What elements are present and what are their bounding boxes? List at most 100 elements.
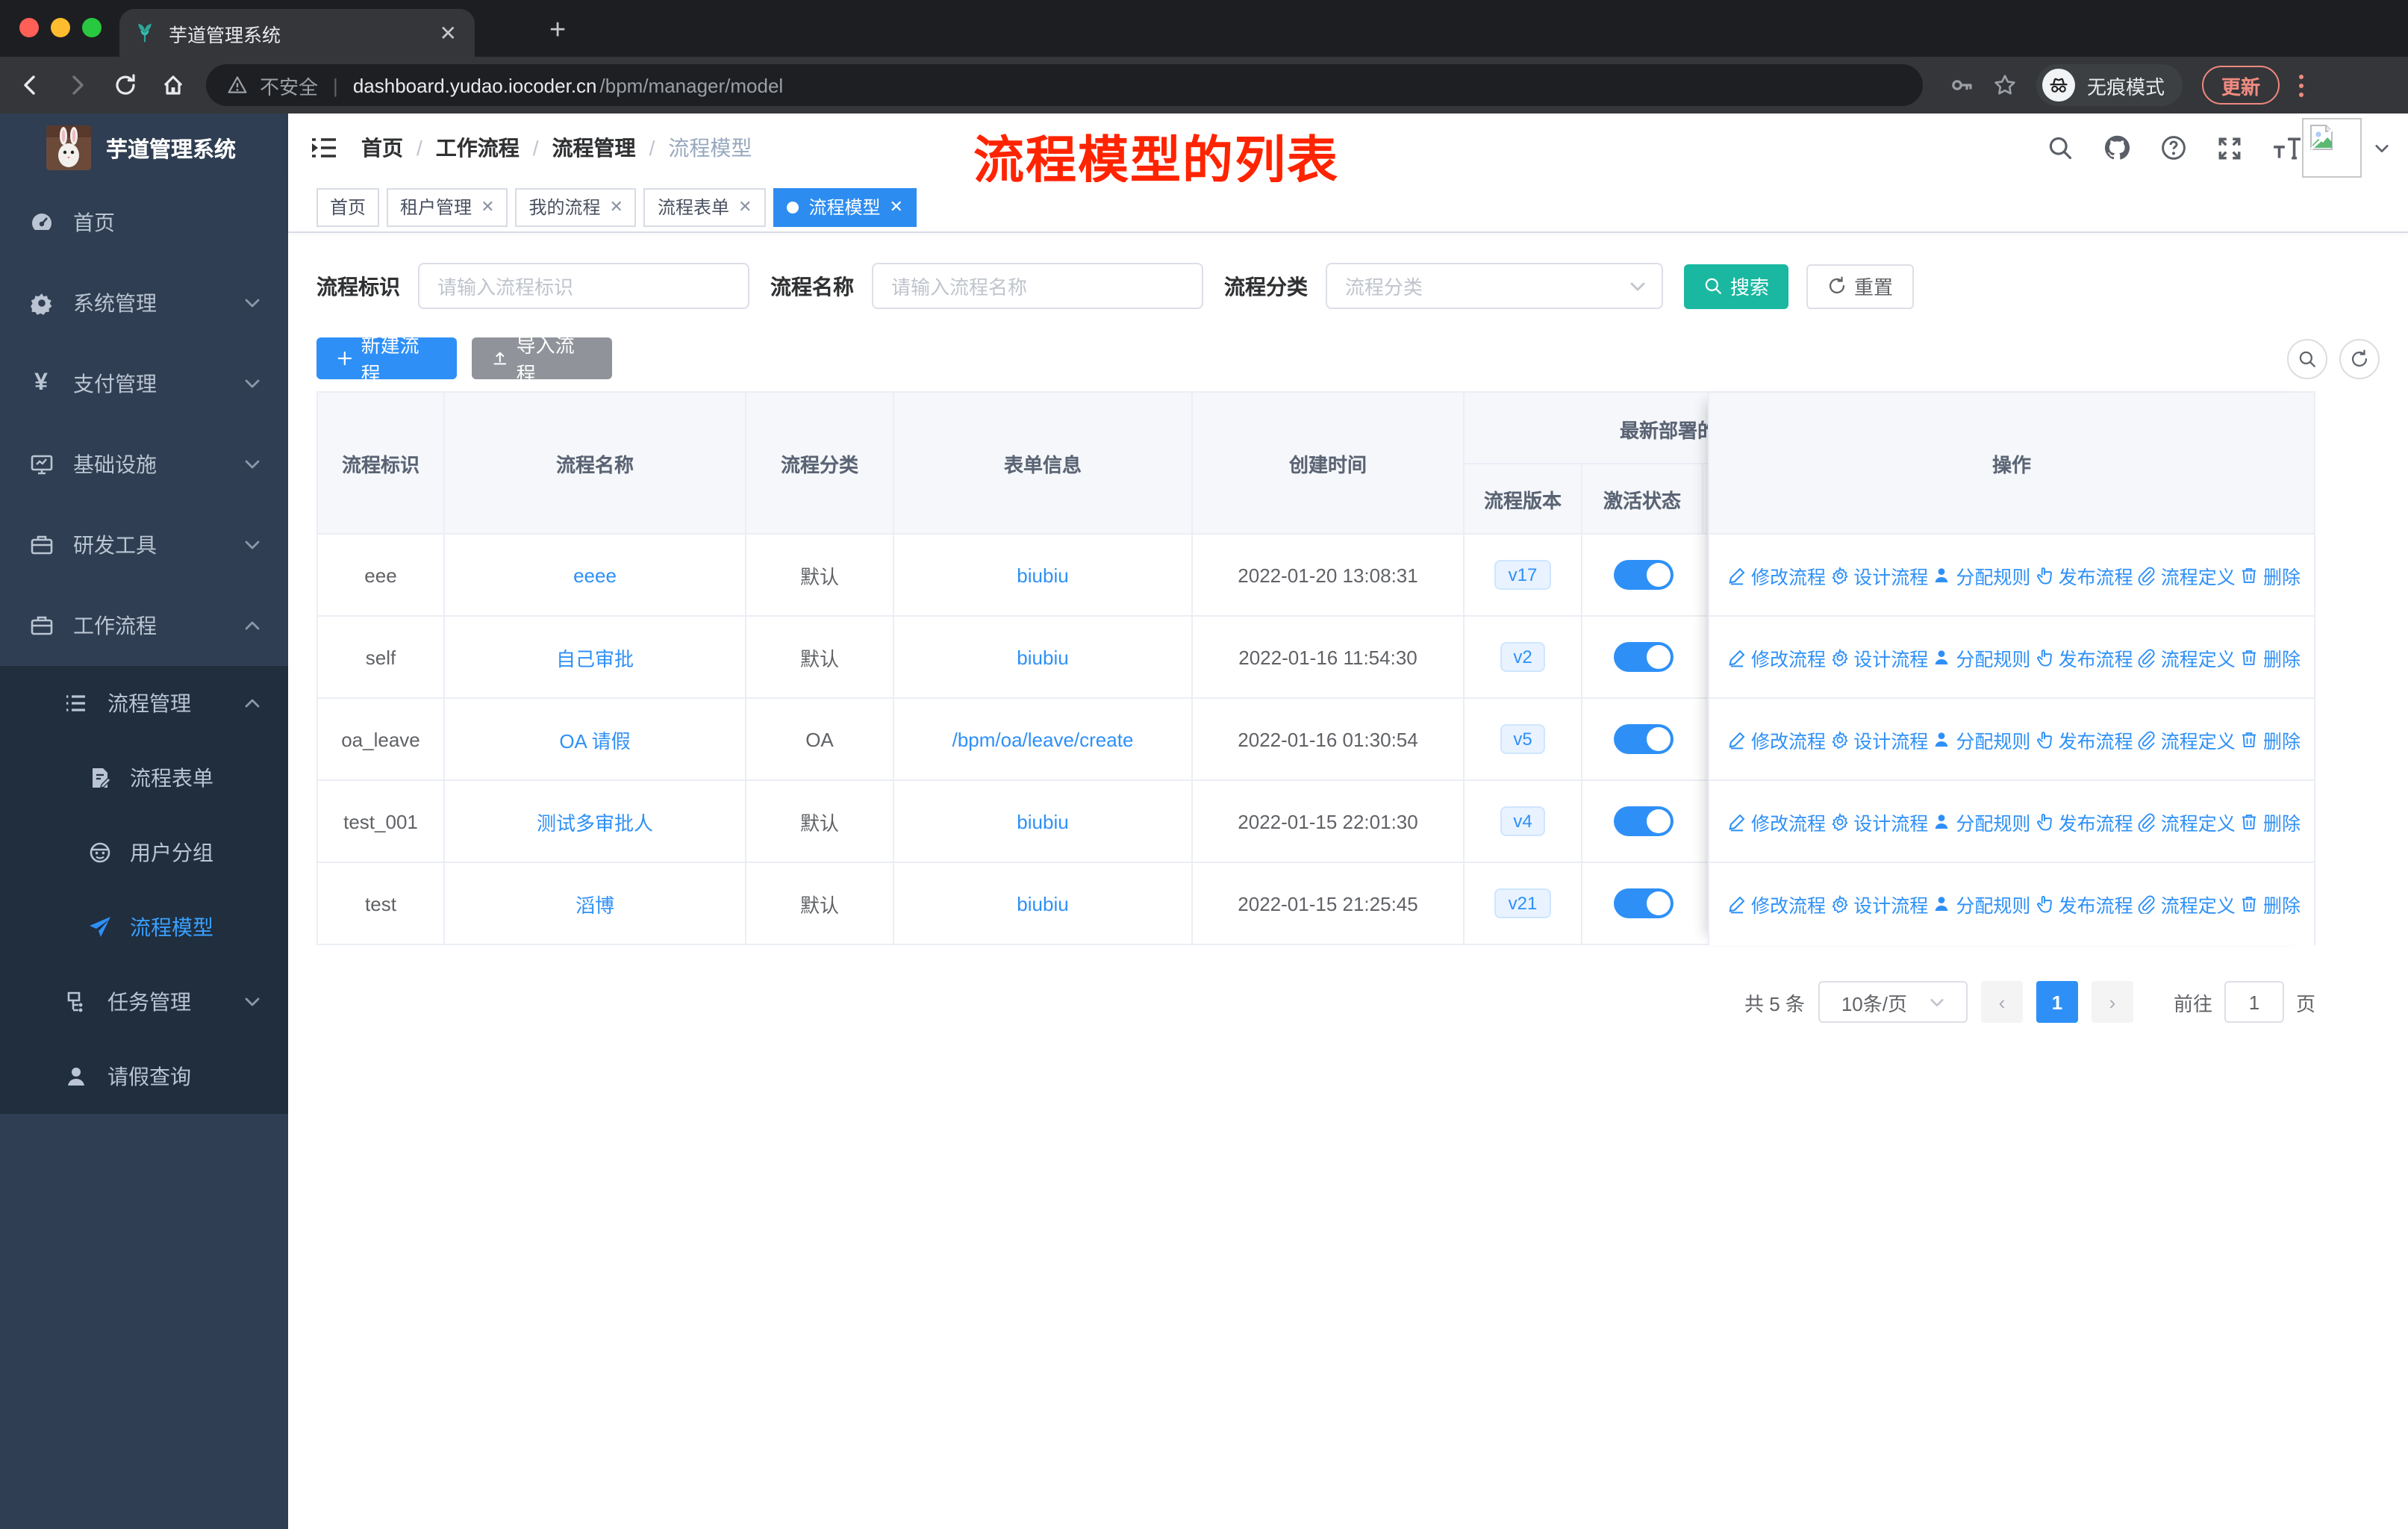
form-link[interactable]: biubiu xyxy=(1017,564,1068,586)
address-bar[interactable]: 不安全 | dashboard.yudao.iocoder.cn/bpm/man… xyxy=(206,64,1923,106)
sidebar-item-system[interactable]: 系统管理 xyxy=(0,263,288,343)
sidebar-item-process-model[interactable]: 流程模型 xyxy=(0,890,288,965)
version-tag[interactable]: v2 xyxy=(1500,642,1546,672)
form-link[interactable]: biubiu xyxy=(1017,810,1068,832)
refresh-table-button[interactable] xyxy=(2339,338,2380,379)
modify-process-link[interactable]: 修改流程 xyxy=(1727,807,1826,835)
active-toggle[interactable] xyxy=(1613,806,1673,836)
window-minimize-button[interactable] xyxy=(51,18,70,37)
browser-update-button[interactable]: 更新 xyxy=(2202,66,2280,105)
prev-page-button[interactable]: ‹ xyxy=(1980,981,2023,1023)
page-size-select[interactable]: 10条/页 xyxy=(1818,981,1968,1023)
process-name-input[interactable]: 请输入流程名称 xyxy=(872,263,1203,309)
sidebar-item-home[interactable]: 首页 xyxy=(0,182,288,263)
publish-process-link[interactable]: 发布流程 xyxy=(2035,807,2133,835)
browser-menu-icon[interactable] xyxy=(2299,74,2304,96)
design-process-link[interactable]: 设计流程 xyxy=(1830,807,1928,835)
create-process-button[interactable]: 新建流程 xyxy=(316,334,457,385)
form-link[interactable]: biubiu xyxy=(1017,892,1068,915)
tab-close-icon[interactable]: ✕ xyxy=(437,20,460,46)
home-icon[interactable] xyxy=(161,73,185,97)
sidebar-item-user-group[interactable]: 用户分组 xyxy=(0,815,288,890)
process-name-link[interactable]: 测试多审批人 xyxy=(537,807,653,835)
fullscreen-icon[interactable] xyxy=(2217,135,2242,161)
close-icon[interactable]: ✕ xyxy=(738,197,752,217)
tab-home[interactable]: 首页 xyxy=(316,187,380,226)
avatar-caret-down-icon[interactable] xyxy=(2374,140,2390,156)
process-definition-link[interactable]: 流程定义 xyxy=(2137,725,2236,753)
tab-my-process[interactable]: 我的流程 ✕ xyxy=(515,187,637,226)
sidebar-item-process-form[interactable]: 流程表单 xyxy=(0,741,288,815)
assign-rule-link[interactable]: 分配规则 xyxy=(1932,643,2030,671)
window-controls[interactable] xyxy=(19,18,102,37)
sidebar-toggle-icon[interactable] xyxy=(288,136,361,160)
sidebar-item-process-mgmt[interactable]: 流程管理 xyxy=(0,666,288,741)
breadcrumb-home[interactable]: 首页 xyxy=(361,133,403,163)
next-page-button[interactable]: › xyxy=(2091,981,2133,1023)
modify-process-link[interactable]: 修改流程 xyxy=(1727,643,1826,671)
header-search-icon[interactable] xyxy=(2047,134,2074,161)
show-search-toggle-button[interactable] xyxy=(2287,338,2327,379)
breadcrumb-workflow[interactable]: 工作流程 xyxy=(436,133,520,163)
design-process-link[interactable]: 设计流程 xyxy=(1830,643,1928,671)
process-definition-link[interactable]: 流程定义 xyxy=(2137,643,2236,671)
help-icon[interactable] xyxy=(2160,134,2187,161)
app-logo[interactable]: 芋道管理系统 xyxy=(0,113,288,182)
import-process-button[interactable]: 导入流程 xyxy=(472,334,612,385)
assign-rule-link[interactable]: 分配规则 xyxy=(1932,807,2030,835)
process-key-input[interactable]: 请输入流程标识 xyxy=(418,263,749,309)
font-size-icon[interactable] xyxy=(2272,137,2301,159)
sidebar-item-workflow[interactable]: 工作流程 xyxy=(0,585,288,666)
github-icon[interactable] xyxy=(2103,134,2130,161)
delete-link[interactable]: 删除 xyxy=(2239,561,2301,589)
process-definition-link[interactable]: 流程定义 xyxy=(2137,807,2236,835)
new-tab-button[interactable]: + xyxy=(549,16,566,46)
process-name-link[interactable]: OA 请假 xyxy=(559,725,630,753)
current-page-button[interactable]: 1 xyxy=(2036,981,2078,1023)
sidebar-item-leave-query[interactable]: 请假查询 xyxy=(0,1039,288,1114)
close-icon[interactable]: ✕ xyxy=(481,197,494,217)
version-tag[interactable]: v21 xyxy=(1494,888,1551,918)
process-name-link[interactable]: 自己审批 xyxy=(556,643,634,671)
breadcrumb-process-mgmt[interactable]: 流程管理 xyxy=(552,133,636,163)
active-toggle[interactable] xyxy=(1613,642,1673,672)
assign-rule-link[interactable]: 分配规则 xyxy=(1932,889,2030,918)
delete-link[interactable]: 删除 xyxy=(2239,643,2301,671)
process-definition-link[interactable]: 流程定义 xyxy=(2137,561,2236,589)
close-icon[interactable]: ✕ xyxy=(889,197,902,217)
active-toggle[interactable] xyxy=(1613,888,1673,918)
publish-process-link[interactable]: 发布流程 xyxy=(2035,643,2133,671)
modify-process-link[interactable]: 修改流程 xyxy=(1727,889,1826,918)
design-process-link[interactable]: 设计流程 xyxy=(1830,561,1928,589)
window-close-button[interactable] xyxy=(19,18,39,37)
publish-process-link[interactable]: 发布流程 xyxy=(2035,889,2133,918)
browser-tab[interactable]: 芋道管理系统 ✕ xyxy=(119,9,475,57)
reload-icon[interactable] xyxy=(113,73,137,97)
modify-process-link[interactable]: 修改流程 xyxy=(1727,725,1826,753)
process-name-link[interactable]: eeee xyxy=(573,564,617,586)
version-tag[interactable]: v5 xyxy=(1500,724,1546,754)
tab-process-model[interactable]: 流程模型 ✕ xyxy=(773,187,917,226)
assign-rule-link[interactable]: 分配规则 xyxy=(1932,561,2030,589)
sidebar-item-infra[interactable]: 基础设施 xyxy=(0,424,288,505)
key-icon[interactable] xyxy=(1950,73,1974,97)
version-tag[interactable]: v4 xyxy=(1500,806,1546,836)
publish-process-link[interactable]: 发布流程 xyxy=(2035,561,2133,589)
search-button[interactable]: 搜索 xyxy=(1684,264,1789,308)
avatar[interactable] xyxy=(2302,118,2362,178)
form-link[interactable]: /bpm/oa/leave/create xyxy=(952,728,1134,750)
forward-icon[interactable] xyxy=(66,73,90,97)
close-icon[interactable]: ✕ xyxy=(610,197,623,217)
design-process-link[interactable]: 设计流程 xyxy=(1830,725,1928,753)
active-toggle[interactable] xyxy=(1613,724,1673,754)
version-tag[interactable]: v17 xyxy=(1494,560,1551,590)
active-toggle[interactable] xyxy=(1613,560,1673,590)
delete-link[interactable]: 删除 xyxy=(2239,889,2301,918)
process-name-link[interactable]: 滔博 xyxy=(576,889,614,918)
tab-tenant-mgmt[interactable]: 租户管理 ✕ xyxy=(387,187,508,226)
window-maximize-button[interactable] xyxy=(82,18,102,37)
category-select[interactable]: 流程分类 xyxy=(1326,263,1663,309)
form-link[interactable]: biubiu xyxy=(1017,646,1068,668)
modify-process-link[interactable]: 修改流程 xyxy=(1727,561,1826,589)
reset-button[interactable]: 重置 xyxy=(1806,264,1915,308)
